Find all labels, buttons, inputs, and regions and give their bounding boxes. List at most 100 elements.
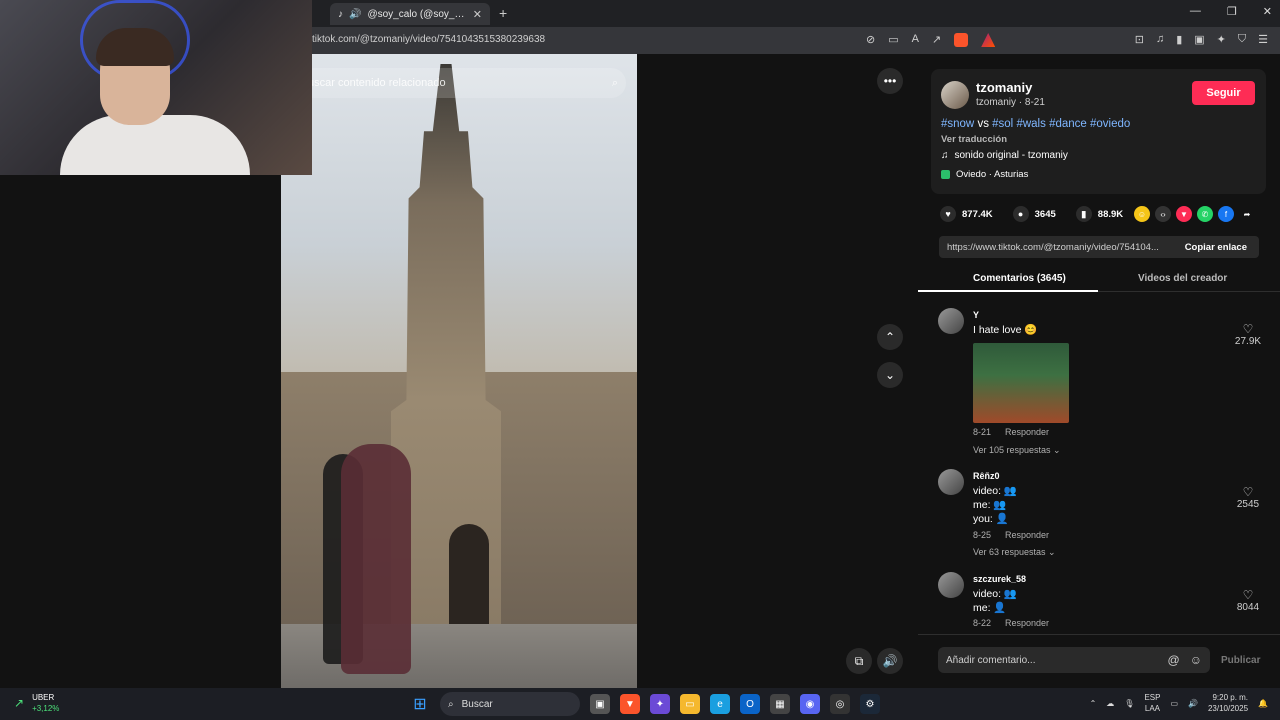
language-indicator[interactable]: ESP LAA xyxy=(1144,692,1160,714)
new-tab-button[interactable]: + xyxy=(499,5,507,21)
microphone-icon[interactable]: 🎙 xyxy=(1124,699,1134,708)
share-arrow-icon[interactable]: ➦ xyxy=(1239,206,1255,222)
brave-rewards-icon[interactable] xyxy=(981,33,996,47)
embed-icon[interactable]: ‹› xyxy=(1155,206,1171,222)
reply-button[interactable]: Responder xyxy=(1005,530,1049,540)
comment-meta: 8-22 Responder xyxy=(973,618,1049,628)
sidebar-icon[interactable]: ▮ xyxy=(1176,33,1182,46)
copy-link-button[interactable]: Copiar enlace xyxy=(1173,242,1259,253)
volume-icon[interactable]: 🔊 xyxy=(1188,699,1198,708)
close-window-icon[interactable]: ✕ xyxy=(1263,5,1272,18)
cast-icon[interactable]: ▭ xyxy=(888,33,898,47)
music-row[interactable]: ♫ sonido original - tzomaniy xyxy=(941,150,1068,161)
no-translate-icon[interactable]: ⊘ xyxy=(866,33,875,47)
comment-avatar[interactable] xyxy=(938,469,964,495)
media-icon[interactable]: ♫ xyxy=(1156,33,1164,46)
network-icon[interactable]: ▭ xyxy=(1170,699,1178,708)
video-player[interactable] xyxy=(281,54,637,688)
hashtag-sol[interactable]: #sol xyxy=(992,118,1013,130)
vpn-icon[interactable]: ⛉ xyxy=(1238,33,1246,46)
related-search-input[interactable]: uscar contenido relacionado ⌕ xyxy=(300,68,626,98)
edge-icon[interactable]: e xyxy=(710,694,730,714)
task-view-icon[interactable]: ▣ xyxy=(590,694,610,714)
stock-chart-icon: ↗ xyxy=(14,696,25,710)
notification-icon[interactable]: 🔔 xyxy=(1258,699,1268,708)
send-icon[interactable]: ▼ xyxy=(1176,206,1192,222)
clock[interactable]: 9:20 p. m. 23/10/2025 xyxy=(1208,692,1248,714)
comment-input[interactable]: Añadir comentario... @ ☺ xyxy=(938,647,1210,673)
hashtag-oviedo[interactable]: #oviedo xyxy=(1090,118,1130,130)
reply-button[interactable]: Responder xyxy=(1005,618,1049,628)
brave-shields-icon[interactable] xyxy=(954,33,969,47)
comment-username[interactable]: Rêñz0 xyxy=(973,471,1000,481)
see-translation-link[interactable]: Ver traducción xyxy=(941,134,1007,145)
wallet-icon[interactable]: ▣ xyxy=(1194,33,1204,46)
view-replies-button[interactable]: Ver 63 respuestas ⌄ xyxy=(973,547,1056,558)
outlook-icon[interactable]: O xyxy=(740,694,760,714)
comment-gif-image[interactable] xyxy=(973,343,1069,423)
comment-username[interactable]: szczurek_58 xyxy=(973,574,1026,584)
more-options-button[interactable]: ••• xyxy=(877,68,903,94)
menu-icon[interactable]: ☰ xyxy=(1258,33,1268,46)
creator-avatar[interactable] xyxy=(941,81,969,109)
browser-tab[interactable]: ♪ 🔊 @soy_calo (@soy_calo) | TikTok ✕ xyxy=(330,3,490,25)
audio-icon[interactable]: 🔊 xyxy=(349,9,361,20)
hashtag-wals[interactable]: #wals xyxy=(1016,118,1045,130)
previous-video-button[interactable]: ⌃ xyxy=(877,324,903,350)
obs-icon[interactable]: ◎ xyxy=(830,694,850,714)
comment-like[interactable]: ♡ 27.9K xyxy=(1228,322,1268,347)
facebook-icon[interactable]: f xyxy=(1218,206,1234,222)
mention-icon[interactable]: @ xyxy=(1168,653,1180,667)
comment-username[interactable]: Y xyxy=(973,310,979,320)
file-explorer-icon[interactable]: ▭ xyxy=(680,694,700,714)
comment-like-count: 2545 xyxy=(1236,499,1260,510)
comment-icon[interactable]: ● xyxy=(1012,206,1029,222)
pip-button[interactable]: ⧉ xyxy=(846,648,872,674)
creator-username[interactable]: tzomaniy xyxy=(976,80,1032,95)
follow-button[interactable]: Seguir xyxy=(1192,81,1255,105)
heart-outline-icon[interactable]: ♡ xyxy=(1228,322,1268,336)
translate-icon[interactable]: A xyxy=(912,33,919,47)
publish-button[interactable]: Publicar xyxy=(1221,655,1260,666)
brave-browser-icon[interactable]: ▼ xyxy=(620,694,640,714)
screenshot-icon[interactable]: ⊡ xyxy=(1135,33,1144,46)
windows-start-icon[interactable]: ⊞ xyxy=(410,694,430,714)
share-icon[interactable]: ↗ xyxy=(932,33,941,47)
close-tab-icon[interactable]: ✕ xyxy=(473,8,482,21)
comment-avatar[interactable] xyxy=(938,572,964,598)
heart-outline-icon[interactable]: ♡ xyxy=(1228,485,1268,499)
tab-title: @soy_calo (@soy_calo) | TikTok xyxy=(367,8,466,20)
copilot-icon[interactable]: ✦ xyxy=(650,694,670,714)
bookmark-icon[interactable]: ▮ xyxy=(1075,206,1092,222)
chevron-up-icon[interactable]: ⌃ xyxy=(1090,699,1097,708)
stock-widget[interactable]: ↗ UBER +3,12% xyxy=(14,692,59,714)
tab-creator-videos[interactable]: Videos del creador xyxy=(1138,273,1227,284)
hashtag-dance[interactable]: #dance xyxy=(1049,118,1087,130)
whatsapp-icon[interactable]: ✆ xyxy=(1197,206,1213,222)
comment-like[interactable]: ♡ 8044 xyxy=(1228,588,1268,613)
comment-avatar[interactable] xyxy=(938,308,964,334)
onedrive-icon[interactable]: ☁ xyxy=(1106,699,1114,708)
leo-ai-icon[interactable]: ✦ xyxy=(1217,33,1226,46)
heart-outline-icon[interactable]: ♡ xyxy=(1228,588,1268,602)
volume-button[interactable]: 🔊 xyxy=(877,648,903,674)
hashtag-snow[interactable]: #snow xyxy=(941,118,974,130)
heart-icon[interactable]: ♥ xyxy=(940,206,956,222)
steam-icon[interactable]: ⚙ xyxy=(860,694,880,714)
reply-button[interactable]: Responder xyxy=(1005,427,1049,437)
search-icon[interactable]: ⌕ xyxy=(612,77,618,90)
emoji-icon[interactable]: ☺ xyxy=(1190,653,1202,667)
url-field[interactable]: tiktok.com/@tzomaniy/video/7541043515380… xyxy=(312,34,545,45)
store-icon[interactable]: ▦ xyxy=(770,694,790,714)
restore-icon[interactable]: ❐ xyxy=(1227,5,1237,18)
comment-like[interactable]: ♡ 2545 xyxy=(1228,485,1268,510)
discord-icon[interactable]: ◉ xyxy=(800,694,820,714)
tab-comments[interactable]: Comentarios (3645) xyxy=(973,273,1066,284)
coin-icon[interactable]: ☺ xyxy=(1134,206,1150,222)
taskbar-search[interactable]: ⌕ Buscar xyxy=(440,692,580,716)
view-replies-button[interactable]: Ver 105 respuestas ⌄ xyxy=(973,445,1061,456)
video-link[interactable]: https://www.tiktok.com/@tzomaniy/video/7… xyxy=(939,242,1173,253)
minimize-icon[interactable]: — xyxy=(1190,5,1201,18)
next-video-button[interactable]: ⌄ xyxy=(877,362,903,388)
location-row[interactable]: Oviedo · Asturias xyxy=(941,169,1028,180)
